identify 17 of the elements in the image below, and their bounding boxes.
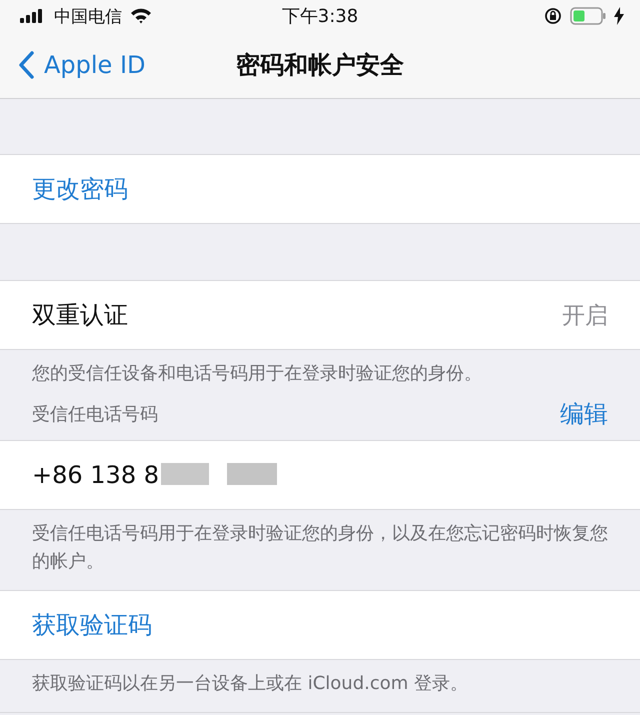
row-value: 开启 <box>562 302 608 330</box>
rotation-lock-icon <box>544 7 562 25</box>
carrier-name: 中国电信 <box>54 6 122 28</box>
charging-icon <box>614 7 624 25</box>
section-header: 受信任电话号码 <box>32 403 158 426</box>
back-button[interactable]: Apple ID <box>0 51 146 79</box>
action-link[interactable]: 更改密码 <box>32 173 128 205</box>
row-label: 双重认证 <box>32 300 128 331</box>
nav-title: 密码和帐户安全 <box>235 50 405 81</box>
wifi-icon <box>130 8 152 24</box>
action-link[interactable]: 获取验证码 <box>32 609 152 641</box>
back-chevron-icon <box>18 51 34 79</box>
section-footer: 受信任电话号码用于在登录时验证您的身份，以及在您忘记密码时恢复您的帐户。 <box>32 520 608 590</box>
phone-number: +86 138 8 <box>32 461 159 489</box>
battery-icon <box>570 7 606 25</box>
section-footer: 获取验证码以在另一台设备上或在 iCloud.com 登录。 <box>32 670 608 712</box>
status-time: 下午3:38 <box>280 5 360 28</box>
